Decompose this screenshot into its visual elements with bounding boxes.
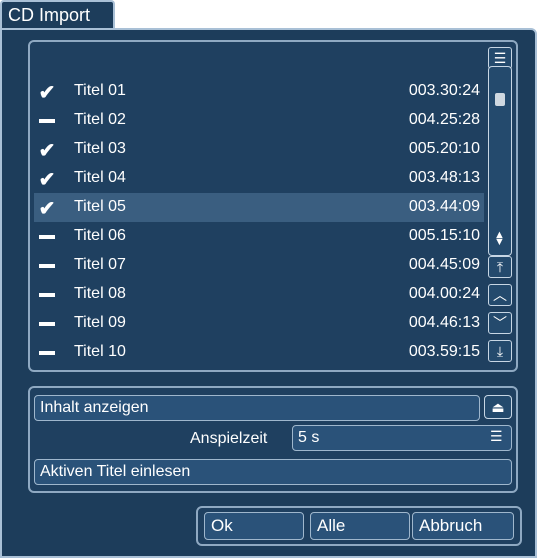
track-time: 003.59:15 [408, 343, 480, 360]
track-time: 003.30:24 [408, 82, 480, 99]
dialog-tab: CD Import [0, 0, 115, 30]
track-title: Titel 08 [74, 285, 126, 302]
track-row[interactable]: ✔ Titel 03 005.20:10 [34, 135, 484, 164]
track-title: Titel 02 [74, 111, 126, 128]
dash-icon[interactable] [36, 342, 58, 364]
dash-icon[interactable] [36, 255, 58, 277]
track-title: Titel 07 [74, 256, 126, 273]
track-row[interactable]: ✔ Titel 04 003.48:13 [34, 164, 484, 193]
track-title: Titel 03 [74, 140, 126, 157]
check-icon[interactable]: ✔ [36, 168, 58, 191]
track-list: ✔ Titel 01 003.30:24 Titel 02 004.25:28 … [34, 77, 484, 367]
check-icon[interactable]: ✔ [36, 81, 58, 104]
track-time: 005.20:10 [408, 140, 480, 157]
dash-icon[interactable] [36, 226, 58, 248]
track-title: Titel 05 [74, 198, 126, 215]
dash-icon[interactable] [36, 284, 58, 306]
track-title: Titel 04 [74, 169, 126, 186]
read-active-title-button[interactable]: Aktiven Titel einlesen [34, 459, 512, 485]
scroll-down-button[interactable]: ﹀ [488, 312, 512, 334]
scrollbar[interactable] [488, 66, 512, 256]
track-row[interactable]: Titel 07 004.45:09 [34, 251, 484, 280]
track-time: 003.48:13 [408, 169, 480, 186]
chevron-up-icon: ︿ [493, 287, 507, 303]
track-title: Titel 10 [74, 343, 126, 360]
track-row[interactable]: Titel 08 004.00:24 [34, 280, 484, 309]
track-time: 005.15:10 [408, 227, 480, 244]
track-time: 003.44:09 [408, 198, 480, 215]
track-time: 004.00:24 [408, 285, 480, 302]
all-button[interactable]: Alle [310, 512, 410, 540]
menu-icon[interactable]: ☰ [490, 428, 503, 445]
track-title: Titel 09 [74, 314, 126, 331]
chevron-down-icon: ﹀ [493, 315, 507, 331]
eject-icon: ⏏ [491, 398, 505, 415]
scroll-up-button[interactable]: ︿ [488, 284, 512, 306]
dash-icon[interactable] [36, 110, 58, 132]
scroll-arrows-icon: ▲ ▼ [494, 229, 505, 248]
scrollbar-thumb[interactable] [495, 93, 505, 106]
track-time: 004.45:09 [408, 256, 480, 273]
dash-icon[interactable] [36, 313, 58, 335]
track-row-selected[interactable]: ✔ Titel 05 003.44:09 [34, 193, 484, 222]
double-down-icon: ⤓ [496, 342, 504, 359]
ok-button[interactable]: Ok [204, 512, 304, 540]
check-icon[interactable]: ✔ [36, 139, 58, 162]
eject-button[interactable]: ⏏ [484, 395, 512, 419]
track-row[interactable]: Titel 06 005.15:10 [34, 222, 484, 251]
check-icon[interactable]: ✔ [36, 197, 58, 220]
track-row[interactable]: ✔ Titel 01 003.30:24 [34, 77, 484, 106]
show-content-button[interactable]: Inhalt anzeigen [34, 395, 480, 421]
scroll-bottom-button[interactable]: ⤓ [488, 340, 512, 362]
scroll-top-button[interactable]: ⤒ [488, 256, 512, 278]
track-row[interactable]: Titel 09 004.46:13 [34, 309, 484, 338]
track-time: 004.25:28 [408, 111, 480, 128]
track-title: Titel 01 [74, 82, 126, 99]
playtime-label: Anspielzeit [190, 430, 268, 447]
cancel-button[interactable]: Abbruch [412, 512, 514, 540]
double-up-icon: ⤒ [496, 258, 504, 275]
playtime-select[interactable]: 5 s [292, 425, 512, 451]
track-time: 004.46:13 [408, 314, 480, 331]
track-row[interactable]: Titel 10 003.59:15 [34, 338, 484, 367]
track-row[interactable]: Titel 02 004.25:28 [34, 106, 484, 135]
track-title: Titel 06 [74, 227, 126, 244]
